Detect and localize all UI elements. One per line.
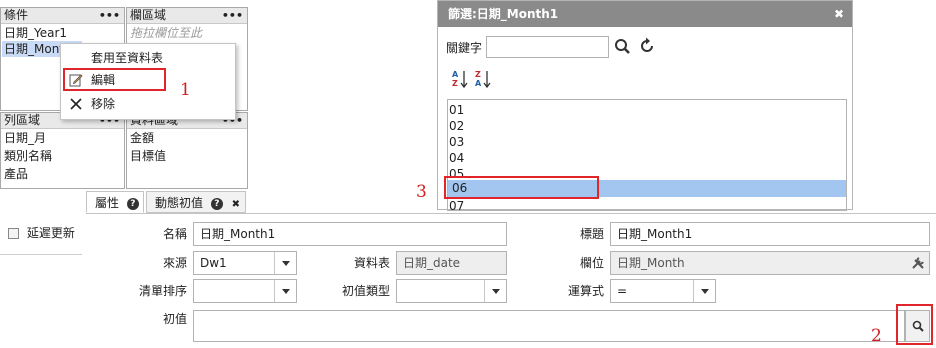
columns-area-placeholder: 拖拉欄位至此 xyxy=(130,26,203,40)
list-item[interactable]: 03 xyxy=(449,134,464,150)
list-item[interactable]: 07 xyxy=(449,198,464,210)
svg-text:A: A xyxy=(452,70,459,79)
chevron-down-icon[interactable] xyxy=(274,252,296,274)
delay-update-label: 延遲更新 xyxy=(26,226,75,240)
filter-dialog-titlebar: 篩選:日期_Month1 ✖ xyxy=(438,1,852,27)
rows-area-panel: 列區域 ••• 日期_月 類別名稱 產品 xyxy=(0,112,125,189)
svg-text:Z: Z xyxy=(475,70,481,79)
data-area-panel: 資料區域 ••• 金額 目標值 xyxy=(126,112,248,189)
left-divider xyxy=(0,254,82,255)
annotation-number-1: 1 xyxy=(180,80,191,100)
delay-update-checkbox[interactable] xyxy=(8,228,19,239)
initial-value-label: 初值 xyxy=(162,312,187,326)
sort-descending-icon[interactable]: Z A xyxy=(475,69,493,89)
data-area-item[interactable]: 金額 xyxy=(130,130,154,146)
highlight-box-2 xyxy=(896,304,933,345)
svg-text:A: A xyxy=(475,79,482,88)
rows-area-item[interactable]: 產品 xyxy=(4,166,28,182)
conditions-header: 條件 ••• xyxy=(1,8,124,24)
field-input: 日期_Month xyxy=(610,251,930,275)
title-label: 標題 xyxy=(579,227,604,241)
field-label: 欄位 xyxy=(579,256,604,270)
rows-area-item[interactable]: 日期_月 xyxy=(4,130,46,146)
data-area-item[interactable]: 目標值 xyxy=(130,148,166,164)
init-type-label: 初值類型 xyxy=(341,284,390,298)
conditions-more-icon[interactable]: ••• xyxy=(99,8,120,23)
delay-update-row: 延遲更新 xyxy=(8,224,75,242)
rows-area-title: 列區域 xyxy=(4,113,41,127)
help-icon[interactable]: ? xyxy=(126,197,139,210)
annotation-number-2: 2 xyxy=(871,326,882,346)
table-label: 資料表 xyxy=(353,256,390,270)
tab-close-icon[interactable]: ✖ xyxy=(232,199,240,210)
sort-select[interactable] xyxy=(193,279,297,303)
source-label: 來源 xyxy=(162,256,187,270)
menu-item-label: 套用至資料表 xyxy=(91,51,164,65)
operator-select-value: = xyxy=(617,284,628,298)
condition-item[interactable]: 日期_Year1 xyxy=(4,25,67,41)
keyword-input[interactable] xyxy=(486,36,609,58)
svg-text:Z: Z xyxy=(452,79,458,88)
columns-area-title: 欄區域 xyxy=(130,8,167,22)
chevron-down-icon[interactable] xyxy=(693,280,715,302)
source-select-value: Dw1 xyxy=(200,256,227,270)
highlight-box-1 xyxy=(63,68,166,91)
name-input[interactable]: 日期_Month1 xyxy=(193,222,507,246)
menu-item-remove[interactable]: 移除 xyxy=(61,93,235,115)
highlight-box-3 xyxy=(444,176,599,199)
table-input: 日期_date xyxy=(396,251,507,275)
filter-dialog-title: 篩選:日期_Month1 xyxy=(448,7,559,21)
operator-select[interactable]: = xyxy=(610,279,716,303)
sort-label: 清單排序 xyxy=(138,284,187,298)
rows-area-item[interactable]: 類別名稱 xyxy=(4,148,52,164)
field-input-value: 日期_Month xyxy=(617,256,685,270)
menu-item-label: 移除 xyxy=(91,97,116,111)
list-item[interactable]: 02 xyxy=(449,118,464,134)
title-input[interactable]: 日期_Month1 xyxy=(610,222,930,246)
remove-icon xyxy=(70,98,82,110)
tab-dynamic-initial-label: 動態初值 xyxy=(155,196,204,210)
conditions-title: 條件 xyxy=(4,8,29,22)
refresh-icon[interactable] xyxy=(638,37,656,55)
help-icon[interactable]: ? xyxy=(210,197,223,210)
operator-label: 運算式 xyxy=(567,284,604,298)
init-type-select[interactable] xyxy=(396,279,507,303)
menu-item-apply-to-table[interactable]: 套用至資料表 xyxy=(61,47,235,69)
list-item[interactable]: 04 xyxy=(449,150,464,166)
tab-properties-label: 屬性 xyxy=(95,196,120,210)
search-icon[interactable] xyxy=(614,38,631,55)
initial-value-input[interactable] xyxy=(193,310,905,342)
annotation-number-3: 3 xyxy=(416,182,427,202)
tab-dynamic-initial[interactable]: 動態初值 ? ✖ xyxy=(146,191,246,213)
sort-ascending-icon[interactable]: A Z xyxy=(452,69,470,89)
chevron-down-icon[interactable] xyxy=(484,280,506,302)
chevron-down-icon[interactable] xyxy=(274,280,296,302)
columns-area-header: 欄區域 ••• xyxy=(127,8,247,24)
source-select[interactable]: Dw1 xyxy=(193,251,297,275)
close-icon[interactable]: ✖ xyxy=(834,1,844,27)
columns-area-more-icon[interactable]: ••• xyxy=(222,8,243,23)
name-label: 名稱 xyxy=(162,227,187,241)
tools-icon[interactable] xyxy=(910,255,926,271)
tab-properties[interactable]: 屬性 ? xyxy=(86,191,144,213)
keyword-label: 關鍵字 xyxy=(446,41,483,55)
list-item[interactable]: 01 xyxy=(449,102,464,118)
